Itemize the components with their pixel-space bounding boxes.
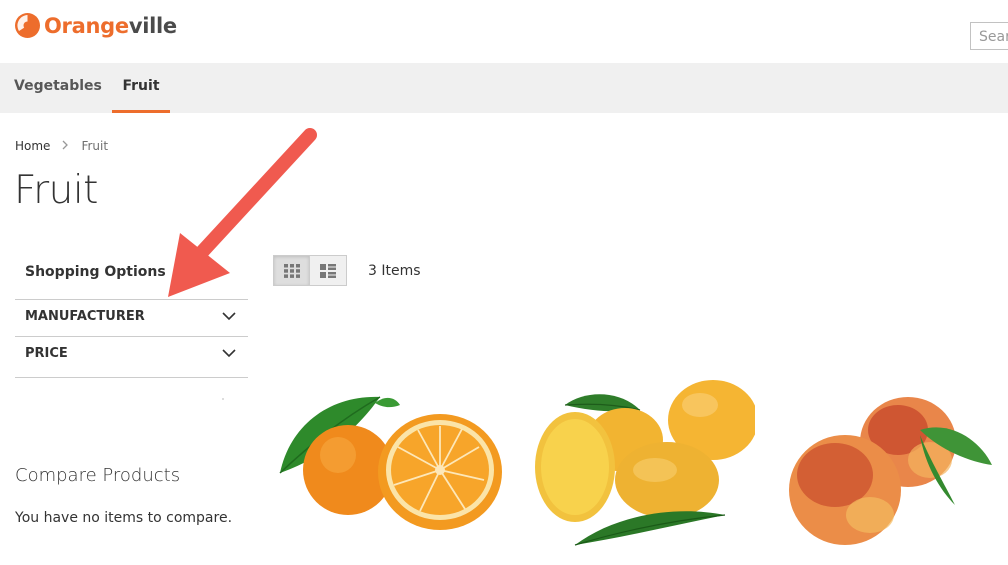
list-icon xyxy=(320,263,336,278)
list-view-button[interactable] xyxy=(310,255,347,286)
logo-text: Orangeville xyxy=(44,13,177,38)
filter-label: MANUFACTURER xyxy=(25,309,145,324)
search-input[interactable]: Search entire store here... xyxy=(970,22,1008,50)
breadcrumb-current: Fruit xyxy=(81,139,109,153)
logo-icon xyxy=(15,13,40,38)
divider xyxy=(222,398,224,400)
compare-products-title: Compare Products xyxy=(15,465,181,486)
breadcrumb-separator-icon xyxy=(62,139,69,153)
top-navigation: Vegetables Fruit xyxy=(0,63,1008,113)
filter-price[interactable]: PRICE xyxy=(15,336,248,378)
breadcrumb-home-link[interactable]: Home xyxy=(15,139,50,153)
product-image-mangoes[interactable] xyxy=(525,375,755,555)
store-logo[interactable]: Orangeville xyxy=(14,12,177,39)
view-mode-switcher xyxy=(273,255,347,286)
nav-item-vegetables[interactable]: Vegetables xyxy=(14,63,102,113)
grid-view-button[interactable] xyxy=(273,255,310,286)
breadcrumb: Home Fruit xyxy=(15,139,108,153)
items-count: 3 Items xyxy=(368,263,421,279)
shopping-options-title: Shopping Options xyxy=(25,264,166,280)
product-image-orange[interactable] xyxy=(270,385,510,540)
chevron-down-icon xyxy=(222,312,236,321)
chevron-down-icon xyxy=(222,349,236,358)
grid-icon xyxy=(283,263,300,278)
compare-empty-message: You have no items to compare. xyxy=(15,510,233,526)
filter-label: PRICE xyxy=(25,346,68,361)
filter-manufacturer[interactable]: MANUFACTURER xyxy=(15,299,248,339)
product-image-peaches[interactable] xyxy=(780,390,1008,555)
nav-item-fruit[interactable]: Fruit xyxy=(112,63,170,113)
page-title: Fruit xyxy=(14,168,98,213)
